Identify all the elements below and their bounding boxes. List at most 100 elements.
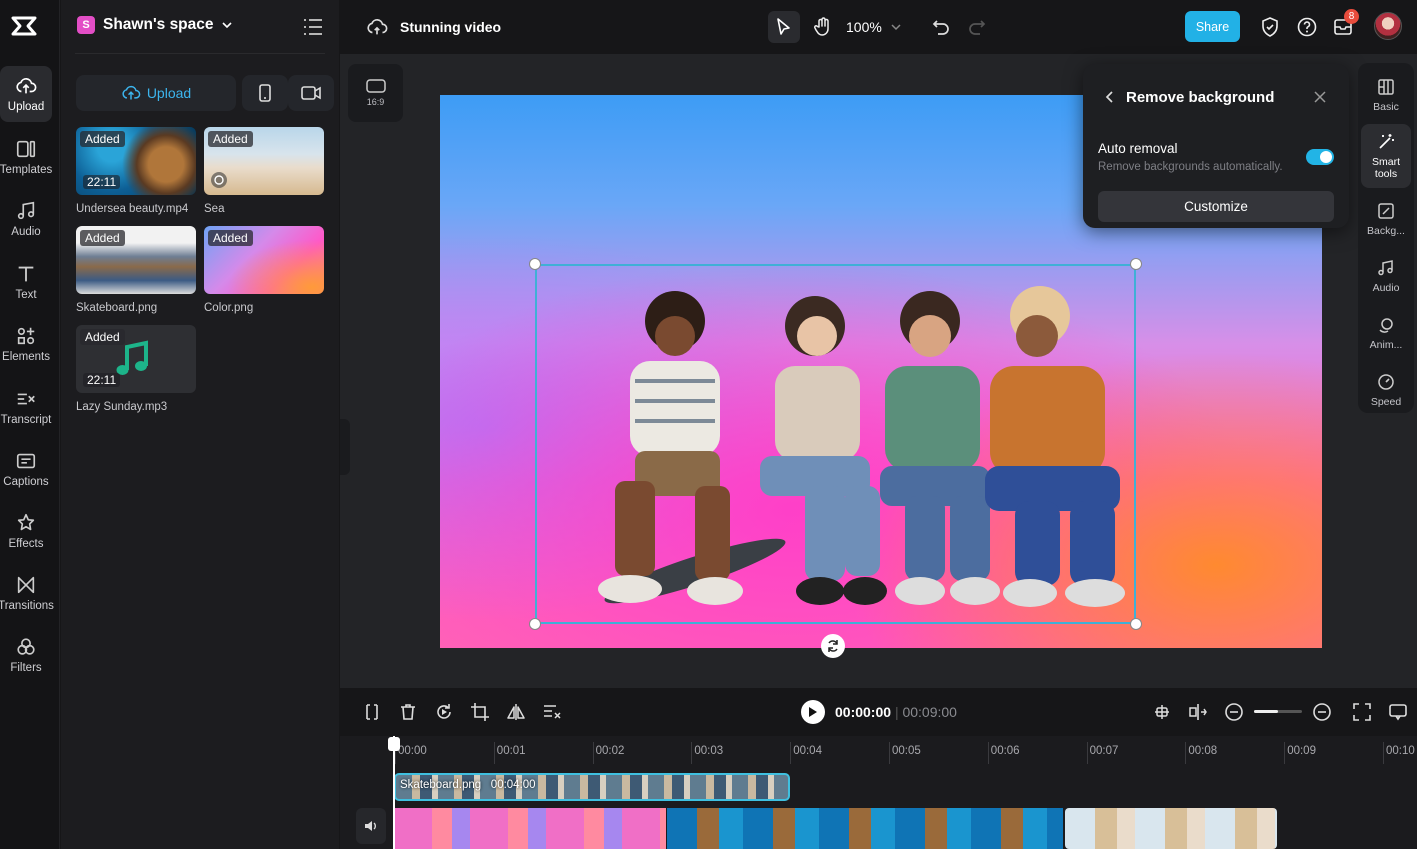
zoom-level[interactable]: 100%	[846, 19, 882, 35]
prop-tab-label: Audio	[1372, 281, 1400, 294]
media-item[interactable]: Added Sea	[204, 127, 324, 215]
notification-badge: 8	[1344, 9, 1359, 24]
media-item[interactable]: Added 22:11 Undersea beauty.mp4	[76, 127, 196, 215]
timeline-tick: 00:02	[592, 742, 625, 764]
phone-upload-button[interactable]	[242, 75, 288, 111]
effects-icon	[17, 513, 35, 531]
user-avatar[interactable]	[1374, 12, 1402, 40]
aspect-ratio-button[interactable]: 16:9	[348, 64, 403, 122]
flip-icon[interactable]	[506, 702, 526, 722]
cloud-sync-icon[interactable]	[366, 16, 388, 38]
hand-tool-button[interactable]	[807, 11, 839, 43]
music-note-icon	[17, 201, 35, 220]
hand-icon	[814, 17, 829, 36]
selection-box[interactable]	[535, 264, 1136, 624]
customize-button[interactable]: Customize	[1098, 191, 1334, 222]
resize-handle-top-right[interactable]	[1130, 258, 1142, 270]
prop-tab-smart-tools[interactable]: Smart tools	[1361, 124, 1411, 188]
sidebar-item-transitions[interactable]: Transitions	[0, 565, 54, 621]
play-button[interactable]	[801, 700, 825, 724]
timeline[interactable]: 00:00 00:01 00:02 00:03 00:04 00:05 00:06 00:07…	[340, 736, 1417, 849]
record-button[interactable]	[288, 75, 334, 111]
sidebar-item-label: Templates	[0, 164, 53, 176]
split-icon[interactable]	[362, 702, 382, 722]
rotate-handle[interactable]	[821, 634, 845, 658]
properties-rail: Basic Smart tools Backg... Audio Anim...…	[1358, 63, 1414, 413]
sidebar-item-upload[interactable]: Upload	[0, 66, 52, 122]
list-view-icon[interactable]	[303, 18, 323, 36]
prop-tab-label: Speed	[1370, 395, 1402, 408]
added-badge: Added	[80, 131, 125, 147]
aspect-ratio-icon	[365, 79, 386, 93]
sidebar-item-filters[interactable]: Filters	[0, 627, 52, 683]
media-item[interactable]: Added Color.png	[204, 226, 324, 314]
track-mute-button[interactable]	[356, 808, 386, 844]
snap-icon[interactable]	[1152, 702, 1172, 722]
prop-tab-speed[interactable]: Speed	[1361, 360, 1411, 420]
capcut-logo[interactable]	[10, 12, 38, 40]
select-tool-button[interactable]	[768, 11, 800, 43]
resize-handle-bottom-right[interactable]	[1130, 618, 1142, 630]
fullscreen-icon[interactable]	[1352, 702, 1372, 722]
project-title[interactable]: Stunning video	[400, 19, 501, 35]
upload-button-label: Upload	[146, 85, 192, 101]
sidebar-item-transcript[interactable]: Transcript	[0, 379, 52, 435]
remove-background-icon[interactable]	[542, 702, 562, 722]
sidebar-item-captions[interactable]: Captions	[0, 441, 52, 497]
overlay-clip[interactable]: Skateboard.png 00:04:00	[394, 773, 790, 801]
prop-tab-audio[interactable]: Audio	[1361, 246, 1411, 306]
remove-background-panel: Remove background Auto removal Remove ba…	[1083, 64, 1349, 228]
duration-label: 22:11	[83, 373, 121, 387]
track-clip-sea[interactable]	[1065, 808, 1277, 849]
media-thumbnail: Added 22:11	[76, 325, 196, 393]
prop-tab-label: Anim...	[1369, 338, 1403, 351]
prop-tab-label: Smart tools	[1371, 155, 1400, 180]
undo-icon[interactable]	[932, 18, 950, 36]
resize-handle-bottom-left[interactable]	[529, 618, 541, 630]
comment-icon[interactable]	[1388, 702, 1408, 722]
panel-title: Remove background	[1126, 89, 1275, 106]
zoom-in-icon[interactable]	[1312, 702, 1332, 722]
space-switcher[interactable]: S Shawn's space	[77, 16, 232, 34]
elements-icon	[17, 327, 35, 345]
prop-tab-animation[interactable]: Anim...	[1361, 303, 1411, 363]
sidebar-item-elements[interactable]: Elements	[0, 316, 52, 372]
upload-button[interactable]: Upload	[76, 75, 236, 111]
rotate-icon	[828, 640, 838, 652]
sidebar-item-audio[interactable]: Audio	[0, 191, 52, 247]
timeline-tick: 00:04	[790, 742, 822, 764]
sidebar-item-effects[interactable]: Effects	[0, 503, 52, 559]
crop-icon[interactable]	[470, 702, 490, 722]
sidebar-item-templates[interactable]: Templates	[0, 129, 52, 185]
media-thumbnail: Added	[76, 226, 196, 294]
sidebar-item-text[interactable]: Text	[0, 254, 52, 310]
playhead[interactable]	[388, 736, 400, 849]
close-icon[interactable]	[1313, 90, 1327, 104]
track-clip-undersea[interactable]	[667, 808, 1063, 849]
top-toolbar: Stunning video 100% Share 8	[340, 0, 1417, 54]
zoom-out-icon[interactable]	[1224, 702, 1244, 722]
timeline-zoom-slider[interactable]	[1254, 710, 1302, 713]
delete-icon[interactable]	[398, 702, 418, 722]
redo-icon[interactable]	[968, 18, 986, 36]
media-item[interactable]: Added Skateboard.png	[76, 226, 196, 314]
music-note-icon	[1378, 259, 1393, 275]
back-chevron-icon[interactable]	[1103, 90, 1117, 104]
loop-icon[interactable]	[434, 702, 454, 722]
share-button[interactable]: Share	[1185, 11, 1240, 42]
help-icon[interactable]	[1297, 17, 1317, 37]
panel-collapse-handle[interactable]	[340, 419, 350, 475]
prop-tab-basic[interactable]: Basic	[1361, 65, 1411, 125]
track-clip-color[interactable]	[394, 808, 666, 849]
prop-tab-background[interactable]: Backg...	[1361, 189, 1411, 249]
current-time: 00:00:00	[835, 704, 892, 720]
media-item[interactable]: Added 22:11 Lazy Sunday.mp3	[76, 325, 196, 413]
resize-handle-top-left[interactable]	[529, 258, 541, 270]
clip-label: Skateboard.png 00:04:00	[400, 779, 536, 791]
phone-icon	[259, 84, 271, 102]
shield-icon[interactable]	[1261, 17, 1279, 37]
auto-removal-toggle[interactable]	[1306, 149, 1334, 165]
chevron-down-icon[interactable]	[891, 23, 901, 31]
main-video-track[interactable]	[394, 808, 1277, 849]
split-screen-icon[interactable]	[1188, 702, 1208, 722]
